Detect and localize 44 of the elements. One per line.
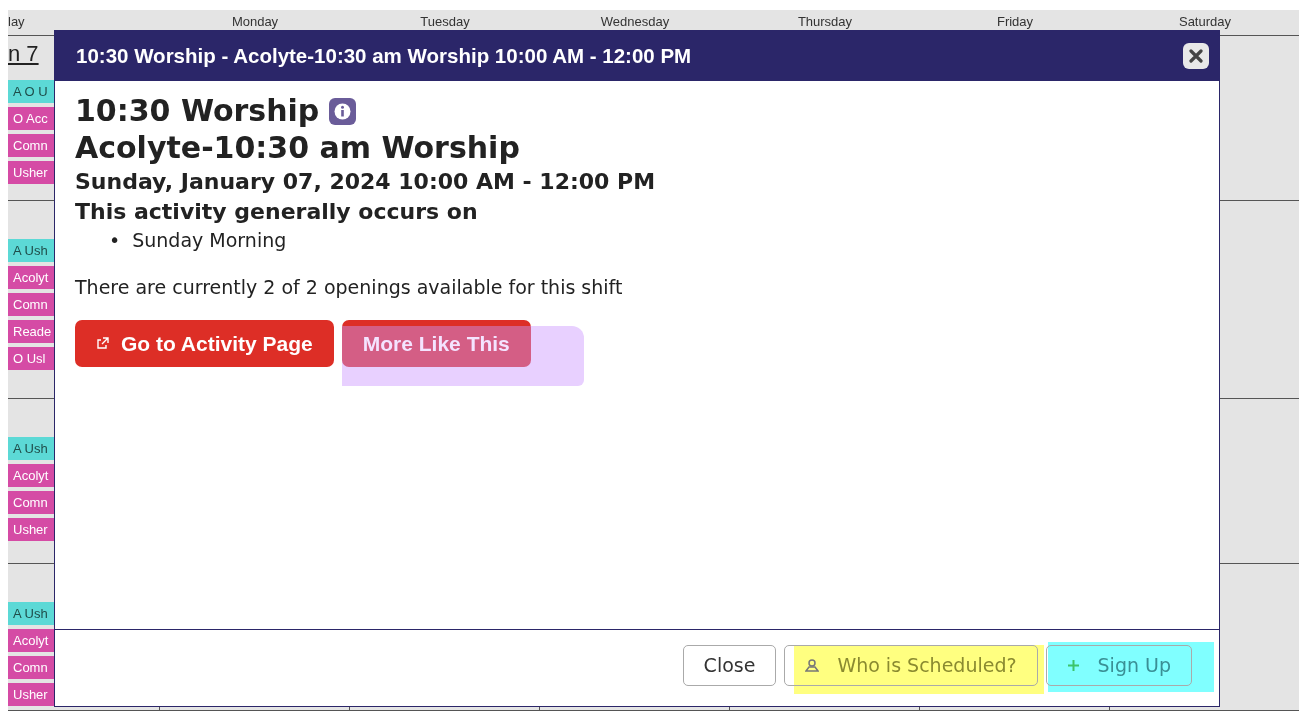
footer-button[interactable]: Sign Up xyxy=(1045,644,1192,686)
external-link-icon xyxy=(96,337,109,350)
event-chip[interactable]: O Usl xyxy=(8,347,54,370)
footer-button[interactable]: Close xyxy=(682,644,777,686)
day-header: Friday xyxy=(996,15,1034,29)
event-chip[interactable]: Comn xyxy=(8,134,54,157)
event-chip[interactable]: Usher xyxy=(8,683,54,706)
close-button[interactable] xyxy=(1183,43,1209,69)
bullet: • xyxy=(109,228,121,253)
event-chip[interactable]: Acolyt xyxy=(8,266,54,289)
day-header: Saturday xyxy=(1178,15,1231,29)
day-header: lay xyxy=(8,15,25,29)
activity-title: 10:30 Worship xyxy=(75,93,320,129)
info-icon xyxy=(329,97,357,125)
person-icon xyxy=(805,658,820,672)
shift-title: Acolyte-10:30 am Worship xyxy=(75,129,521,167)
day-header: Tuesday xyxy=(420,15,470,29)
schedule-item: Sunday Morning xyxy=(132,228,287,253)
day-header: Monday xyxy=(231,15,279,29)
event-chip[interactable]: Usher xyxy=(8,161,54,184)
event-chip[interactable]: Comn xyxy=(8,491,54,514)
date-link[interactable]: n 7 xyxy=(8,40,48,67)
openings-text: There are currently 2 of 2 openings available for this shift xyxy=(75,276,624,298)
event-chip[interactable]: Reade xyxy=(8,320,54,343)
event-chip[interactable]: Acolyt xyxy=(8,464,54,487)
action-button[interactable]: Go to Activity Page xyxy=(75,320,334,367)
shift-time: Sunday, January 07, 2024 10:00 AM - 12:00 PM xyxy=(75,168,657,196)
event-chip[interactable]: Comn xyxy=(8,656,54,679)
event-chip[interactable]: A O U xyxy=(8,80,54,103)
plus-icon xyxy=(1066,658,1080,672)
event-chip[interactable]: Usher xyxy=(8,518,54,541)
event-chip[interactable]: Acolyt xyxy=(8,629,54,652)
day-header: Thursday xyxy=(797,15,853,29)
event-chip[interactable]: Comn xyxy=(8,293,54,316)
action-button[interactable]: More Like This xyxy=(341,320,531,367)
occurs-heading: This activity generally occurs on xyxy=(75,198,479,226)
day-header: Wednesday xyxy=(600,15,670,29)
footer-button[interactable]: Who is Scheduled? xyxy=(784,644,1038,686)
event-chip[interactable]: A Ush xyxy=(8,437,54,460)
event-chip[interactable]: O Acc xyxy=(8,107,54,130)
event-chip[interactable]: A Ush xyxy=(8,239,54,262)
dialog-title: 10:30 Worship - Acolyte-10:30 am Worship 10:00 AM - 12:00 PM xyxy=(76,44,692,68)
event-chip[interactable]: A Ush xyxy=(8,602,54,625)
close-icon xyxy=(1189,49,1203,63)
